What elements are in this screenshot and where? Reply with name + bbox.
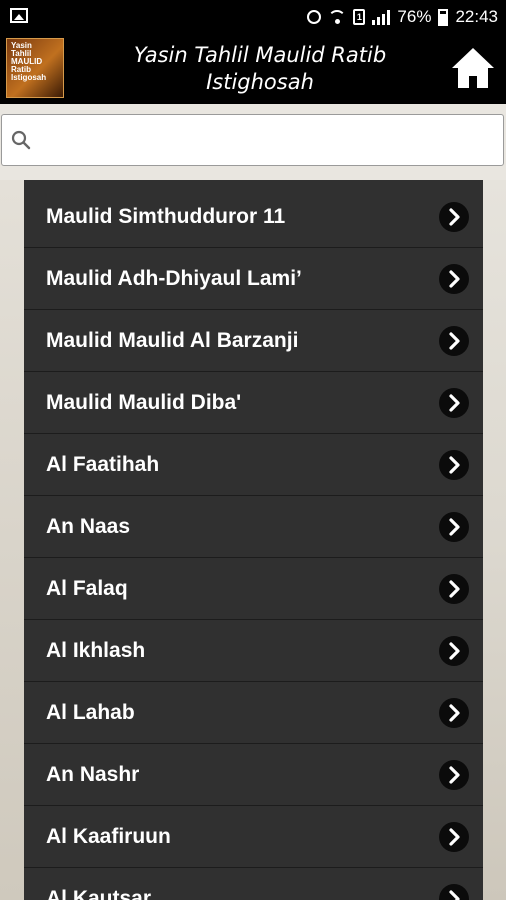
gallery-notification-icon (10, 8, 28, 23)
list-item[interactable]: Maulid Maulid Al Barzanji (24, 311, 483, 372)
search-box[interactable] (1, 114, 504, 166)
chevron-right-icon (439, 450, 469, 480)
list-item[interactable]: Al Kaafiruun (24, 807, 483, 868)
search-input[interactable] (40, 123, 494, 159)
menu-list[interactable]: Maulid Simthudduror 11 Maulid Adh-Dhiyau… (24, 180, 483, 900)
list-item-label: Al Faatihah (46, 453, 160, 476)
list-item-label: Al Lahab (46, 701, 135, 724)
home-button[interactable] (450, 46, 496, 90)
list-item-label: Maulid Maulid Al Barzanji (46, 329, 299, 352)
chevron-right-icon (439, 388, 469, 418)
list-item[interactable]: An Nashr (24, 745, 483, 806)
chevron-right-icon (439, 698, 469, 728)
search-icon (11, 130, 31, 150)
status-bar: 1 76% 22:43 (0, 0, 506, 34)
signal-icon (372, 9, 391, 25)
list-item-label: Maulid Maulid Diba' (46, 391, 242, 414)
chevron-right-icon (439, 636, 469, 666)
list-item-label: An Nashr (46, 763, 140, 786)
list-item[interactable]: Al Faatihah (24, 435, 483, 496)
chevron-right-icon (439, 264, 469, 294)
list-item-label: Al Kaafiruun (46, 825, 171, 848)
battery-icon (438, 8, 449, 26)
chevron-right-icon (439, 822, 469, 852)
list-item-label: Al Ikhlash (46, 639, 146, 662)
home-icon (452, 48, 494, 88)
app-title: Yasin Tahlil Maulid Ratib Istighosah (80, 42, 440, 96)
list-item[interactable]: Maulid Simthudduror 11 (24, 187, 483, 248)
sim-icon: 1 (353, 9, 366, 25)
list-item[interactable]: Maulid Maulid Diba' (24, 373, 483, 434)
list-item[interactable]: Al Lahab (24, 683, 483, 744)
chevron-right-icon (439, 512, 469, 542)
clock: 22:43 (455, 7, 498, 26)
wifi-icon (328, 10, 347, 24)
list-item-label: Al Falaq (46, 577, 128, 600)
background-left (0, 180, 26, 900)
battery-percent: 76% (397, 7, 432, 26)
app-logo[interactable]: Yasin Tahlil MAULID Ratib Istigosah (6, 38, 64, 98)
chevron-right-icon (439, 574, 469, 604)
list-item[interactable]: Al Falaq (24, 559, 483, 620)
app-title-line1: Yasin Tahlil Maulid Ratib (133, 43, 387, 67)
list-item[interactable]: Al Ikhlash (24, 621, 483, 682)
app-bar: Yasin Tahlil MAULID Ratib Istigosah Yasi… (0, 34, 506, 104)
list-item-label: An Naas (46, 515, 131, 538)
list-item[interactable]: Al Kautsar (24, 869, 483, 900)
list-item[interactable]: Maulid Adh-Dhiyaul Lami’ (24, 249, 483, 310)
app-title-line2: Istighosah (206, 70, 314, 94)
list-item-label: Al Kautsar (46, 887, 152, 900)
chevron-right-icon (439, 760, 469, 790)
chevron-right-icon (439, 202, 469, 232)
alarm-icon (307, 10, 322, 24)
list-item-label: Maulid Simthudduror 11 (46, 205, 286, 228)
chevron-right-icon (439, 884, 469, 900)
list-item[interactable]: An Naas (24, 497, 483, 558)
chevron-right-icon (439, 326, 469, 356)
background-right (482, 180, 506, 900)
list-item-label: Maulid Adh-Dhiyaul Lami’ (46, 267, 302, 290)
